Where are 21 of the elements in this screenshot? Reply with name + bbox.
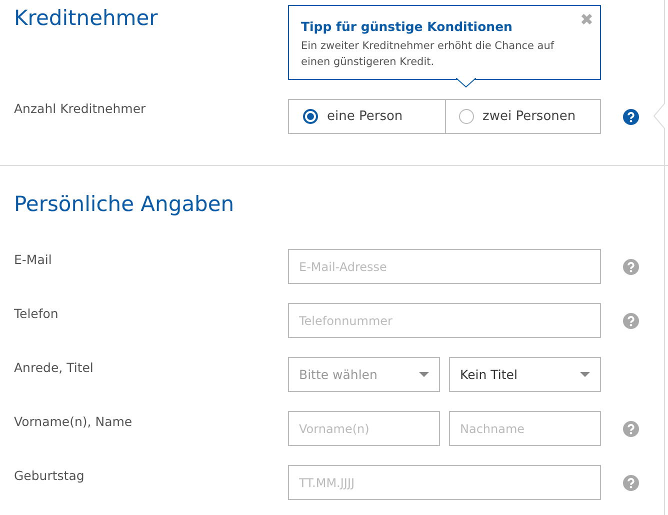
input-field[interactable]: Telefonnummer [288, 303, 601, 338]
field-label: Anrede, Titel [14, 360, 94, 376]
select-field[interactable]: Kein Titel [449, 357, 601, 392]
input-field[interactable]: Nachname [449, 411, 601, 446]
field-label: Telefon [14, 306, 60, 322]
caret-icon [419, 372, 429, 377]
field-label: Anzahl Kreditnehmer [14, 101, 147, 117]
input-field[interactable]: Vorname(n) [288, 411, 440, 446]
help-icon[interactable] [623, 108, 639, 124]
input-field[interactable]: E-Mail-Adresse [288, 249, 601, 284]
caret-icon [580, 372, 590, 377]
radio-option[interactable]: zwei Personen [444, 99, 601, 134]
field-label: E-Mail [14, 252, 53, 268]
tip-title: Tipp für günstige Konditionen [301, 19, 514, 34]
tip-text: Ein zweiter Kreditnehmer erhöht die Chance auf einen günstigeren Kredit. [301, 39, 556, 70]
section-title: Kreditnehmer [14, 5, 159, 31]
radio-option[interactable]: eine Person [288, 99, 444, 134]
input-field[interactable]: TT.MM.JJJJ [288, 465, 601, 500]
section-title: Persönliche Angaben [14, 191, 236, 217]
field-label: Vorname(n), Name [14, 414, 134, 430]
field-label: Geburtstag [14, 468, 86, 484]
